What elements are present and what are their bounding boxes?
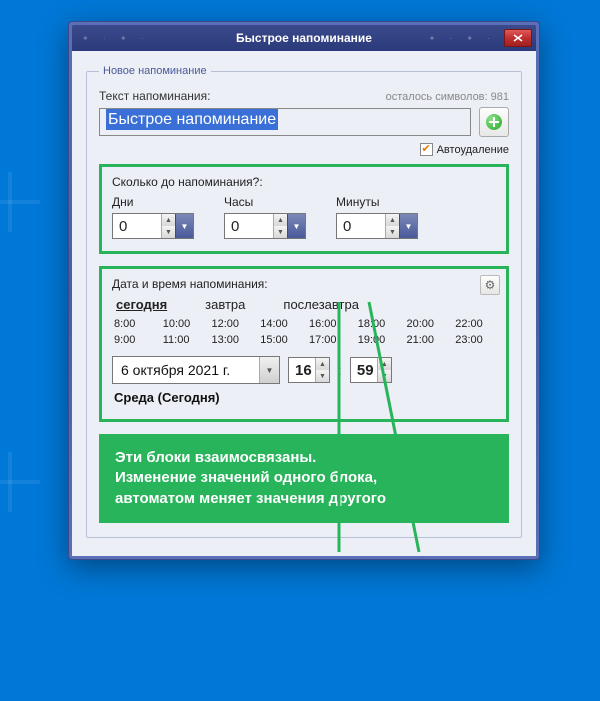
hour-value[interactable]: 16 [289,358,315,382]
minute-down-button[interactable]: ▼ [378,370,391,382]
new-reminder-fieldset: Новое напоминание Текст напоминания: ост… [86,65,522,538]
time-cell[interactable]: 10:00 [163,318,202,330]
time-cell[interactable]: 8:00 [114,318,153,330]
hours-dropdown-button[interactable]: ▼ [287,214,305,238]
hour-up-button[interactable]: ▲ [316,358,329,370]
date-dropdown-button[interactable]: ▼ [259,357,279,383]
date-value[interactable]: 6 октября 2021 г. [113,362,259,378]
chars-left-label: осталось символов: 981 [386,91,509,103]
time-cell[interactable]: 14:00 [260,318,299,330]
time-cell[interactable]: 15:00 [260,334,299,346]
hours-label: Часы [224,195,306,209]
callout-box: Эти блоки взаимосвязаны. Изменение значе… [99,434,509,523]
window-content: Новое напоминание Текст напоминания: ост… [72,51,536,556]
autodelete-label: Автоудаление [437,144,509,156]
tab-today[interactable]: сегодня [116,297,167,312]
check-icon: ✔ [421,144,430,155]
minutes-label: Минуты [336,195,418,209]
minutes-up-button[interactable]: ▲ [386,214,399,226]
days-dropdown-button[interactable]: ▼ [175,214,193,238]
datetime-title: Дата и время напоминания: [112,277,496,291]
time-cell[interactable]: 13:00 [212,334,251,346]
hour-stepper[interactable]: 16 ▲▼ [288,357,330,383]
reminder-window: Быстрое напоминание Новое напоминание Те… [68,21,540,560]
time-cell[interactable]: 17:00 [309,334,348,346]
time-cell[interactable]: 12:00 [212,318,251,330]
settings-button[interactable]: ⚙ [480,275,500,295]
date-picker[interactable]: 6 октября 2021 г. ▼ [112,356,280,384]
plus-icon [486,114,502,130]
hour-down-button[interactable]: ▼ [316,370,329,382]
minute-up-button[interactable]: ▲ [378,358,391,370]
time-grid: 8:00 10:00 12:00 14:00 16:00 18:00 20:00… [114,318,494,346]
close-icon [513,34,523,42]
time-cell[interactable]: 20:00 [407,318,446,330]
hours-value[interactable]: 0 [225,214,273,238]
minute-stepper[interactable]: 59 ▲▼ [350,357,392,383]
reminder-text-value: Быстрое напоминание [106,109,278,130]
days-up-button[interactable]: ▲ [162,214,175,226]
days-value[interactable]: 0 [113,214,161,238]
days-down-button[interactable]: ▼ [162,226,175,238]
hours-stepper[interactable]: 0 ▲▼ ▼ [224,213,306,239]
days-stepper[interactable]: 0 ▲▼ ▼ [112,213,194,239]
time-cell[interactable]: 22:00 [455,318,494,330]
hours-up-button[interactable]: ▲ [274,214,287,226]
time-cell[interactable]: 11:00 [163,334,202,346]
minute-value[interactable]: 59 [351,358,377,382]
duration-block: Сколько до напоминания?: Дни 0 ▲▼ ▼ Часы [99,164,509,254]
time-cell[interactable]: 21:00 [407,334,446,346]
autodelete-checkbox[interactable]: ✔ [420,143,433,156]
duration-title: Сколько до напоминания?: [112,175,496,189]
time-colon: : [338,362,342,378]
minutes-value[interactable]: 0 [337,214,385,238]
fieldset-legend: Новое напоминание [99,65,211,77]
gear-icon: ⚙ [485,278,496,292]
days-label: Дни [112,195,194,209]
callout-line: Изменение значений одного блока, [115,468,493,488]
minutes-stepper[interactable]: 0 ▲▼ ▼ [336,213,418,239]
callout-line: Эти блоки взаимосвязаны. [115,448,493,468]
reminder-text-label: Текст напоминания: [99,89,210,103]
tab-tomorrow[interactable]: завтра [205,297,245,312]
hours-down-button[interactable]: ▼ [274,226,287,238]
minutes-down-button[interactable]: ▼ [386,226,399,238]
tab-day-after[interactable]: послезавтра [283,297,359,312]
close-button[interactable] [504,29,532,47]
add-button[interactable] [479,107,509,137]
minutes-dropdown-button[interactable]: ▼ [399,214,417,238]
datetime-block: ⚙ Дата и время напоминания: сегодня завт… [99,266,509,422]
weekday-label: Среда (Сегодня) [114,390,496,405]
titlebar[interactable]: Быстрое напоминание [72,25,536,51]
callout-line: автоматом меняет значения другого [115,489,493,509]
time-cell[interactable]: 19:00 [358,334,397,346]
time-cell[interactable]: 16:00 [309,318,348,330]
window-title: Быстрое напоминание [236,31,372,45]
reminder-text-input[interactable]: Быстрое напоминание [99,108,471,136]
time-cell[interactable]: 23:00 [455,334,494,346]
time-cell[interactable]: 18:00 [358,318,397,330]
time-cell[interactable]: 9:00 [114,334,153,346]
